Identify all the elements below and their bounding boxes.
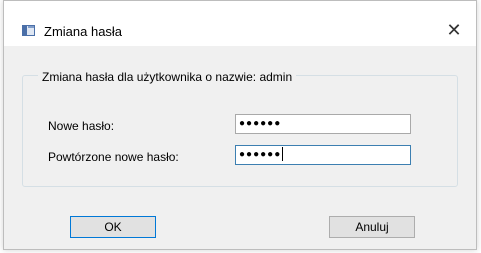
- text-caret: [282, 147, 284, 162]
- close-icon[interactable]: ✕: [441, 18, 467, 42]
- repeat-password-input[interactable]: ●●●●●●: [235, 145, 411, 165]
- repeat-password-value: ●●●●●●: [239, 149, 282, 160]
- window-app-icon: [22, 25, 35, 36]
- new-password-label: Nowe hasło:: [48, 119, 115, 133]
- group-legend: Zmiana hasła dla użytkownika o nazwie: a…: [38, 70, 297, 84]
- cancel-button[interactable]: Anuluj: [329, 216, 415, 238]
- dialog-window: Zmiana hasła ✕ Zmiana hasła dla użytkown…: [3, 0, 477, 250]
- title-bar: Zmiana hasła ✕: [4, 1, 476, 46]
- new-password-input[interactable]: ●●●●●●: [235, 114, 411, 134]
- window-title: Zmiana hasła: [44, 24, 123, 39]
- repeat-password-label: Powtórzone nowe hasło:: [48, 150, 179, 164]
- ok-button[interactable]: OK: [70, 216, 156, 238]
- new-password-value: ●●●●●●: [239, 118, 282, 129]
